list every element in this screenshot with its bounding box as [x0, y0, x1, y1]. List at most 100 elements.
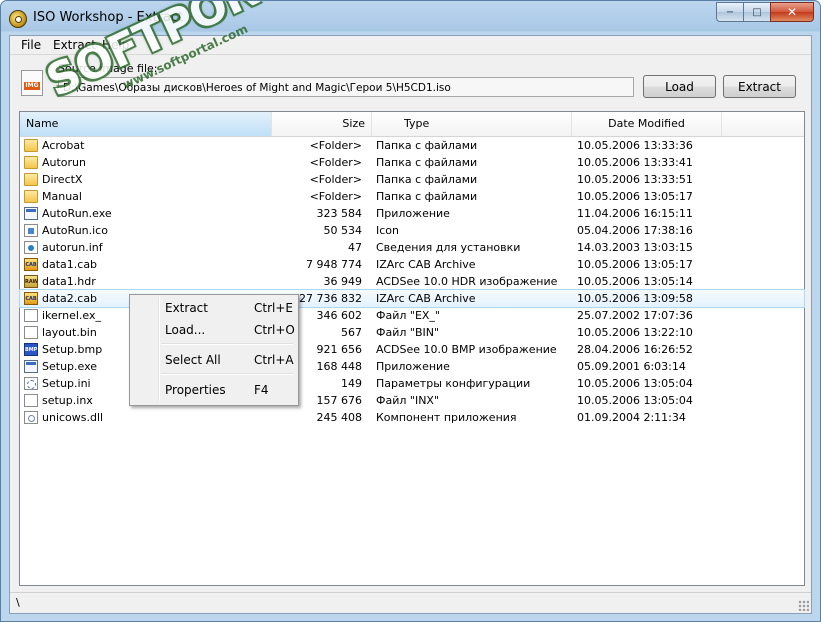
table-row[interactable]: AutoRun.exe 323 584 Приложение 11.04.2006 1…	[20, 205, 804, 222]
cell-type: Папка с файлами	[376, 156, 478, 169]
context-item-extract[interactable]: Extract Ctrl+E	[132, 297, 294, 319]
context-item-label: Load...	[165, 323, 206, 337]
cell-date: 11.04.2006 16:15:11	[577, 207, 693, 220]
file-icon	[24, 326, 38, 339]
image-file-icon-tag: IMG	[24, 82, 40, 90]
table-row[interactable]: Autorun <Folder> Папка с файлами 10.05.2006…	[20, 154, 804, 171]
cell-size: <Folder>	[309, 139, 362, 152]
cell-type: IZArc CAB Archive	[376, 258, 476, 271]
cell-name: AutoRun.ico	[42, 224, 108, 237]
cell-size: <Folder>	[309, 173, 362, 186]
table-row[interactable]: Acrobat <Folder> Папка с файлами 10.05.2006…	[20, 137, 804, 154]
cell-name: data1.cab	[42, 258, 98, 271]
cell-date: 25.07.2002 17:07:36	[577, 309, 693, 322]
cell-date: 10.05.2006 13:22:10	[577, 326, 693, 339]
context-item-shortcut: Ctrl+O	[254, 323, 295, 337]
cell-date: 10.05.2006 13:05:04	[577, 394, 693, 407]
application-icon	[24, 207, 38, 220]
cell-type: IZArc CAB Archive	[376, 292, 476, 305]
cell-date: 10.05.2006 13:33:51	[577, 173, 693, 186]
cell-size: 7 948 774	[306, 258, 362, 271]
cell-name: AutoRun.exe	[42, 207, 112, 220]
cell-type: Папка с файлами	[376, 139, 478, 152]
context-menu: Extract Ctrl+E Load... Ctrl+O Select All…	[129, 294, 299, 406]
cell-date: 05.09.2001 6:03:14	[577, 360, 686, 373]
resize-grip[interactable]	[798, 600, 809, 611]
cell-name: Autorun	[42, 156, 87, 169]
context-item-shortcut: Ctrl+E	[254, 301, 293, 315]
close-icon: ✕	[786, 5, 798, 19]
app-window: ISO Workshop - Extract − □ ✕ File Extrac…	[0, 0, 821, 622]
maximize-button[interactable]: □	[743, 2, 770, 22]
table-row[interactable]: DirectX <Folder> Папка с файлами 10.05.2006…	[20, 171, 804, 188]
cell-name: Acrobat	[42, 139, 85, 152]
column-header-name[interactable]: Name	[20, 112, 272, 136]
cell-date: 10.05.2006 13:33:41	[577, 156, 693, 169]
application-icon	[24, 360, 38, 373]
maximize-icon: □	[752, 6, 762, 18]
minimize-icon: −	[725, 6, 735, 18]
column-header-date[interactable]: Date Modified	[572, 112, 722, 136]
cell-size: 245 408	[316, 411, 363, 424]
context-item-shortcut: F4	[254, 383, 269, 397]
load-button[interactable]: Load	[643, 75, 716, 98]
table-row[interactable]: data1.cab 7 948 774 IZArc CAB Archive 10.05…	[20, 256, 804, 273]
folder-icon	[24, 173, 38, 186]
cell-size: <Folder>	[309, 190, 362, 203]
cell-type: ACDSee 10.0 BMP изображение	[376, 343, 557, 356]
cell-name: Manual	[42, 190, 82, 203]
minimize-button[interactable]: −	[716, 2, 743, 22]
context-item-properties[interactable]: Properties F4	[132, 379, 294, 401]
cell-date: 01.09.2004 2:11:34	[577, 411, 686, 424]
folder-icon	[24, 139, 38, 152]
file-icon	[24, 394, 38, 407]
cab-archive-icon	[24, 292, 38, 305]
cell-type: ACDSee 10.0 HDR изображение	[376, 275, 558, 288]
column-header-size[interactable]: Size	[272, 112, 372, 136]
setup-info-icon	[24, 241, 38, 254]
cell-size: 36 949	[323, 275, 363, 288]
cell-size: 323 584	[316, 207, 363, 220]
cell-type: Icon	[376, 224, 399, 237]
context-separator	[161, 343, 293, 345]
cell-date: 10.05.2006 13:09:58	[577, 292, 693, 305]
table-row[interactable]: data1.hdr 36 949 ACDSee 10.0 HDR изображен…	[20, 273, 804, 290]
cell-date: 05.04.2006 17:38:16	[577, 224, 693, 237]
table-row[interactable]: autorun.inf 47 Сведения для установки 14.03…	[20, 239, 804, 256]
cell-date: 10.05.2006 13:33:36	[577, 139, 693, 152]
column-header-type[interactable]: Type	[372, 112, 572, 136]
table-row[interactable]: Manual <Folder> Папка с файлами 10.05.2006 …	[20, 188, 804, 205]
table-row[interactable]: unicows.dll 245 408 Компонент приложения 01…	[20, 409, 804, 426]
cell-type: Файл "INX"	[376, 394, 440, 407]
cell-name: autorun.inf	[42, 241, 103, 254]
cell-type: Файл "EX_"	[376, 309, 440, 322]
cell-name: data1.hdr	[42, 275, 96, 288]
image-file-icon: IMG	[21, 70, 43, 96]
cell-type: Приложение	[376, 207, 450, 220]
cell-name: DirectX	[42, 173, 83, 186]
app-disc-icon[interactable]	[9, 10, 27, 28]
cell-date: 14.03.2003 13:03:15	[577, 241, 693, 254]
cell-size: <Folder>	[309, 156, 362, 169]
folder-icon	[24, 156, 38, 169]
context-item-label: Properties	[165, 383, 226, 397]
cell-date: 10.05.2006 13:05:17	[577, 190, 693, 203]
context-item-load[interactable]: Load... Ctrl+O	[132, 319, 295, 341]
context-item-label: Select All	[165, 353, 221, 367]
extract-button[interactable]: Extract	[723, 75, 796, 98]
table-row[interactable]: AutoRun.ico 50 534 Icon 05.04.2006 17:38:16	[20, 222, 804, 239]
dll-file-icon	[24, 411, 38, 424]
menu-file[interactable]: File	[21, 38, 41, 52]
status-bar: \	[10, 592, 811, 613]
cell-name: unicows.dll	[42, 411, 104, 424]
close-button[interactable]: ✕	[770, 2, 814, 22]
cell-type: Сведения для установки	[376, 241, 521, 254]
cell-size: 47	[348, 241, 362, 254]
context-item-select-all[interactable]: Select All Ctrl+A	[132, 349, 294, 371]
config-file-icon	[24, 377, 38, 390]
icon-file-icon	[24, 224, 38, 237]
hdr-image-icon	[24, 275, 38, 288]
context-item-shortcut: Ctrl+A	[254, 353, 294, 367]
cell-type: Папка с файлами	[376, 173, 478, 186]
cell-date: 28.04.2006 16:26:52	[577, 343, 693, 356]
